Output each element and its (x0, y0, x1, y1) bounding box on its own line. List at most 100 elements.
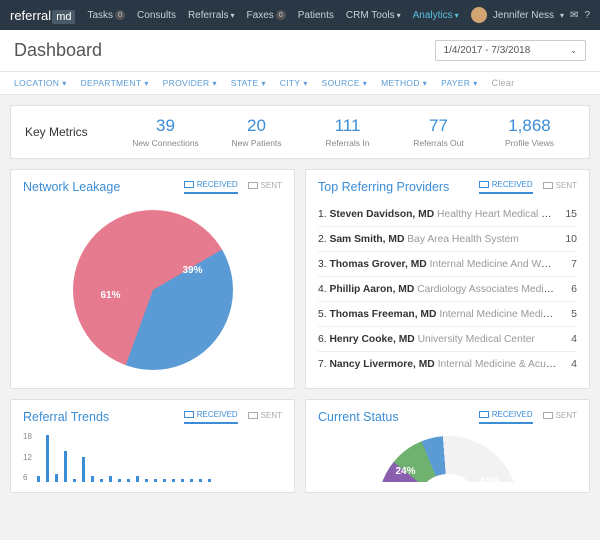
tab-received[interactable]: RECEIVED (184, 410, 238, 424)
donut-label-right: 41% (479, 476, 499, 482)
trend-bar (55, 474, 58, 482)
trend-bar (172, 479, 175, 482)
referral-trends-card: Referral Trends RECEIVED SENT 18126 (10, 399, 295, 493)
content: Key Metrics 39New Connections 20New Pati… (0, 95, 600, 503)
metric-referrals-in: 111Referrals In (302, 116, 393, 148)
filter-source[interactable]: SOURCE▾ (322, 78, 368, 88)
provider-row[interactable]: 4. Phillip Aaron, MD Cardiology Associat… (318, 277, 577, 302)
user-name[interactable]: Jennifer Ness (493, 10, 554, 21)
trend-bar (190, 479, 193, 482)
card-title: Top Referring Providers (318, 180, 449, 194)
title-bar: Dashboard 1/4/2017 - 7/3/2018⌄ (0, 30, 600, 72)
page-title: Dashboard (14, 40, 102, 61)
provider-row[interactable]: 6. Henry Cooke, MD University Medical Ce… (318, 327, 577, 352)
chevron-down-icon: ▾ (455, 11, 459, 20)
metric-views: 1,868Profile Views (484, 116, 575, 148)
trend-bar (64, 451, 67, 482)
tab-received[interactable]: RECEIVED (479, 180, 533, 194)
trend-bar (73, 479, 76, 482)
provider-row[interactable]: 1. Steven Davidson, MD Healthy Heart Med… (318, 202, 577, 227)
filter-bar: LOCATION▾ DEPARTMENT▾ PROVIDER▾ STATE▾ C… (0, 72, 600, 95)
provider-row[interactable]: 2. Sam Smith, MD Bay Area Health System1… (318, 227, 577, 252)
card-title: Current Status (318, 410, 399, 424)
trend-bar (199, 479, 202, 482)
brand-logo[interactable]: referralmd (10, 8, 75, 23)
nav-tasks[interactable]: Tasks0 (87, 10, 125, 21)
filter-department[interactable]: DEPARTMENT▾ (81, 78, 149, 88)
metrics-heading: Key Metrics (25, 125, 120, 139)
outbox-icon (543, 412, 553, 419)
date-range-picker[interactable]: 1/4/2017 - 7/3/2018⌄ (435, 40, 586, 61)
y-axis: 18126 (23, 432, 32, 482)
tab-sent[interactable]: SENT (248, 180, 282, 194)
tab-received[interactable]: RECEIVED (184, 180, 238, 194)
nav-consults[interactable]: Consults (137, 10, 176, 21)
trend-bar (100, 479, 103, 482)
trend-bar (127, 479, 130, 482)
provider-row[interactable]: 3. Thomas Grover, MD Internal Medicine A… (318, 252, 577, 277)
user-area: Jennifer Ness ▾ ✉ ? (471, 7, 590, 23)
faxes-badge: 0 (276, 10, 286, 20)
mail-icon[interactable]: ✉ (570, 10, 578, 21)
trend-bar (109, 476, 112, 482)
filter-method[interactable]: METHOD▾ (381, 78, 427, 88)
filter-provider[interactable]: PROVIDER▾ (163, 78, 217, 88)
trends-bar-chart: 18126 (23, 432, 282, 482)
network-leakage-card: Network Leakage RECEIVED SENT 61% 39% (10, 169, 295, 389)
filter-payer[interactable]: PAYER▾ (441, 78, 477, 88)
trend-bar (208, 479, 211, 482)
inbox-icon (479, 181, 489, 188)
trend-bar (82, 457, 85, 482)
chevron-down-icon: ⌄ (570, 46, 577, 55)
trend-bar (136, 476, 139, 482)
filter-city[interactable]: CITY▾ (280, 78, 308, 88)
card-title: Network Leakage (23, 180, 120, 194)
leakage-pie-chart: 61% 39% (73, 210, 233, 370)
pie-label-right: 39% (182, 265, 202, 276)
top-providers-card: Top Referring Providers RECEIVED SENT 1.… (305, 169, 590, 389)
card-title: Referral Trends (23, 410, 109, 424)
nav-analytics[interactable]: Analytics▾ (413, 10, 459, 21)
filter-clear[interactable]: Clear (492, 78, 515, 88)
donut-label-left: 24% (396, 466, 416, 477)
metric-referrals-out: 77Referrals Out (393, 116, 484, 148)
provider-row[interactable]: 5. Thomas Freeman, MD Internal Medicine … (318, 302, 577, 327)
help-icon[interactable]: ? (584, 10, 590, 21)
nav-faxes[interactable]: Faxes0 (247, 10, 286, 21)
tab-received[interactable]: RECEIVED (479, 410, 533, 424)
provider-row[interactable]: 7. Nancy Livermore, MD Internal Medicine… (318, 352, 577, 376)
tab-sent[interactable]: SENT (543, 410, 577, 424)
trend-bar (154, 479, 157, 482)
nav-referrals[interactable]: Referrals▾ (188, 10, 235, 21)
pie-label-left: 61% (101, 290, 121, 301)
trend-bar (181, 479, 184, 482)
inbox-icon (184, 411, 194, 418)
chevron-down-icon: ▾ (231, 11, 235, 20)
nav-patients[interactable]: Patients (298, 10, 334, 21)
trend-bar (37, 476, 40, 482)
tab-sent[interactable]: SENT (543, 180, 577, 194)
trend-bar (46, 435, 49, 482)
current-status-card: Current Status RECEIVED SENT 24% 41% (305, 399, 590, 493)
key-metrics-card: Key Metrics 39New Connections 20New Pati… (10, 105, 590, 159)
chevron-down-icon: ▾ (397, 11, 401, 20)
tab-sent[interactable]: SENT (248, 410, 282, 424)
avatar[interactable] (471, 7, 487, 23)
metric-patients: 20New Patients (211, 116, 302, 148)
trend-bar (163, 479, 166, 482)
filter-state[interactable]: STATE▾ (231, 78, 266, 88)
nav-crm[interactable]: CRM Tools▾ (346, 10, 401, 21)
provider-list: 1. Steven Davidson, MD Healthy Heart Med… (318, 202, 577, 376)
outbox-icon (543, 182, 553, 189)
outbox-icon (248, 412, 258, 419)
status-donut-chart: 24% 41% (378, 436, 518, 482)
inbox-icon (479, 411, 489, 418)
chevron-down-icon: ▾ (560, 11, 564, 20)
trend-bar (91, 476, 94, 482)
filter-location[interactable]: LOCATION▾ (14, 78, 67, 88)
metric-connections: 39New Connections (120, 116, 211, 148)
inbox-icon (184, 181, 194, 188)
trend-bar (118, 479, 121, 482)
outbox-icon (248, 182, 258, 189)
top-nav: referralmd Tasks0 Consults Referrals▾ Fa… (0, 0, 600, 30)
